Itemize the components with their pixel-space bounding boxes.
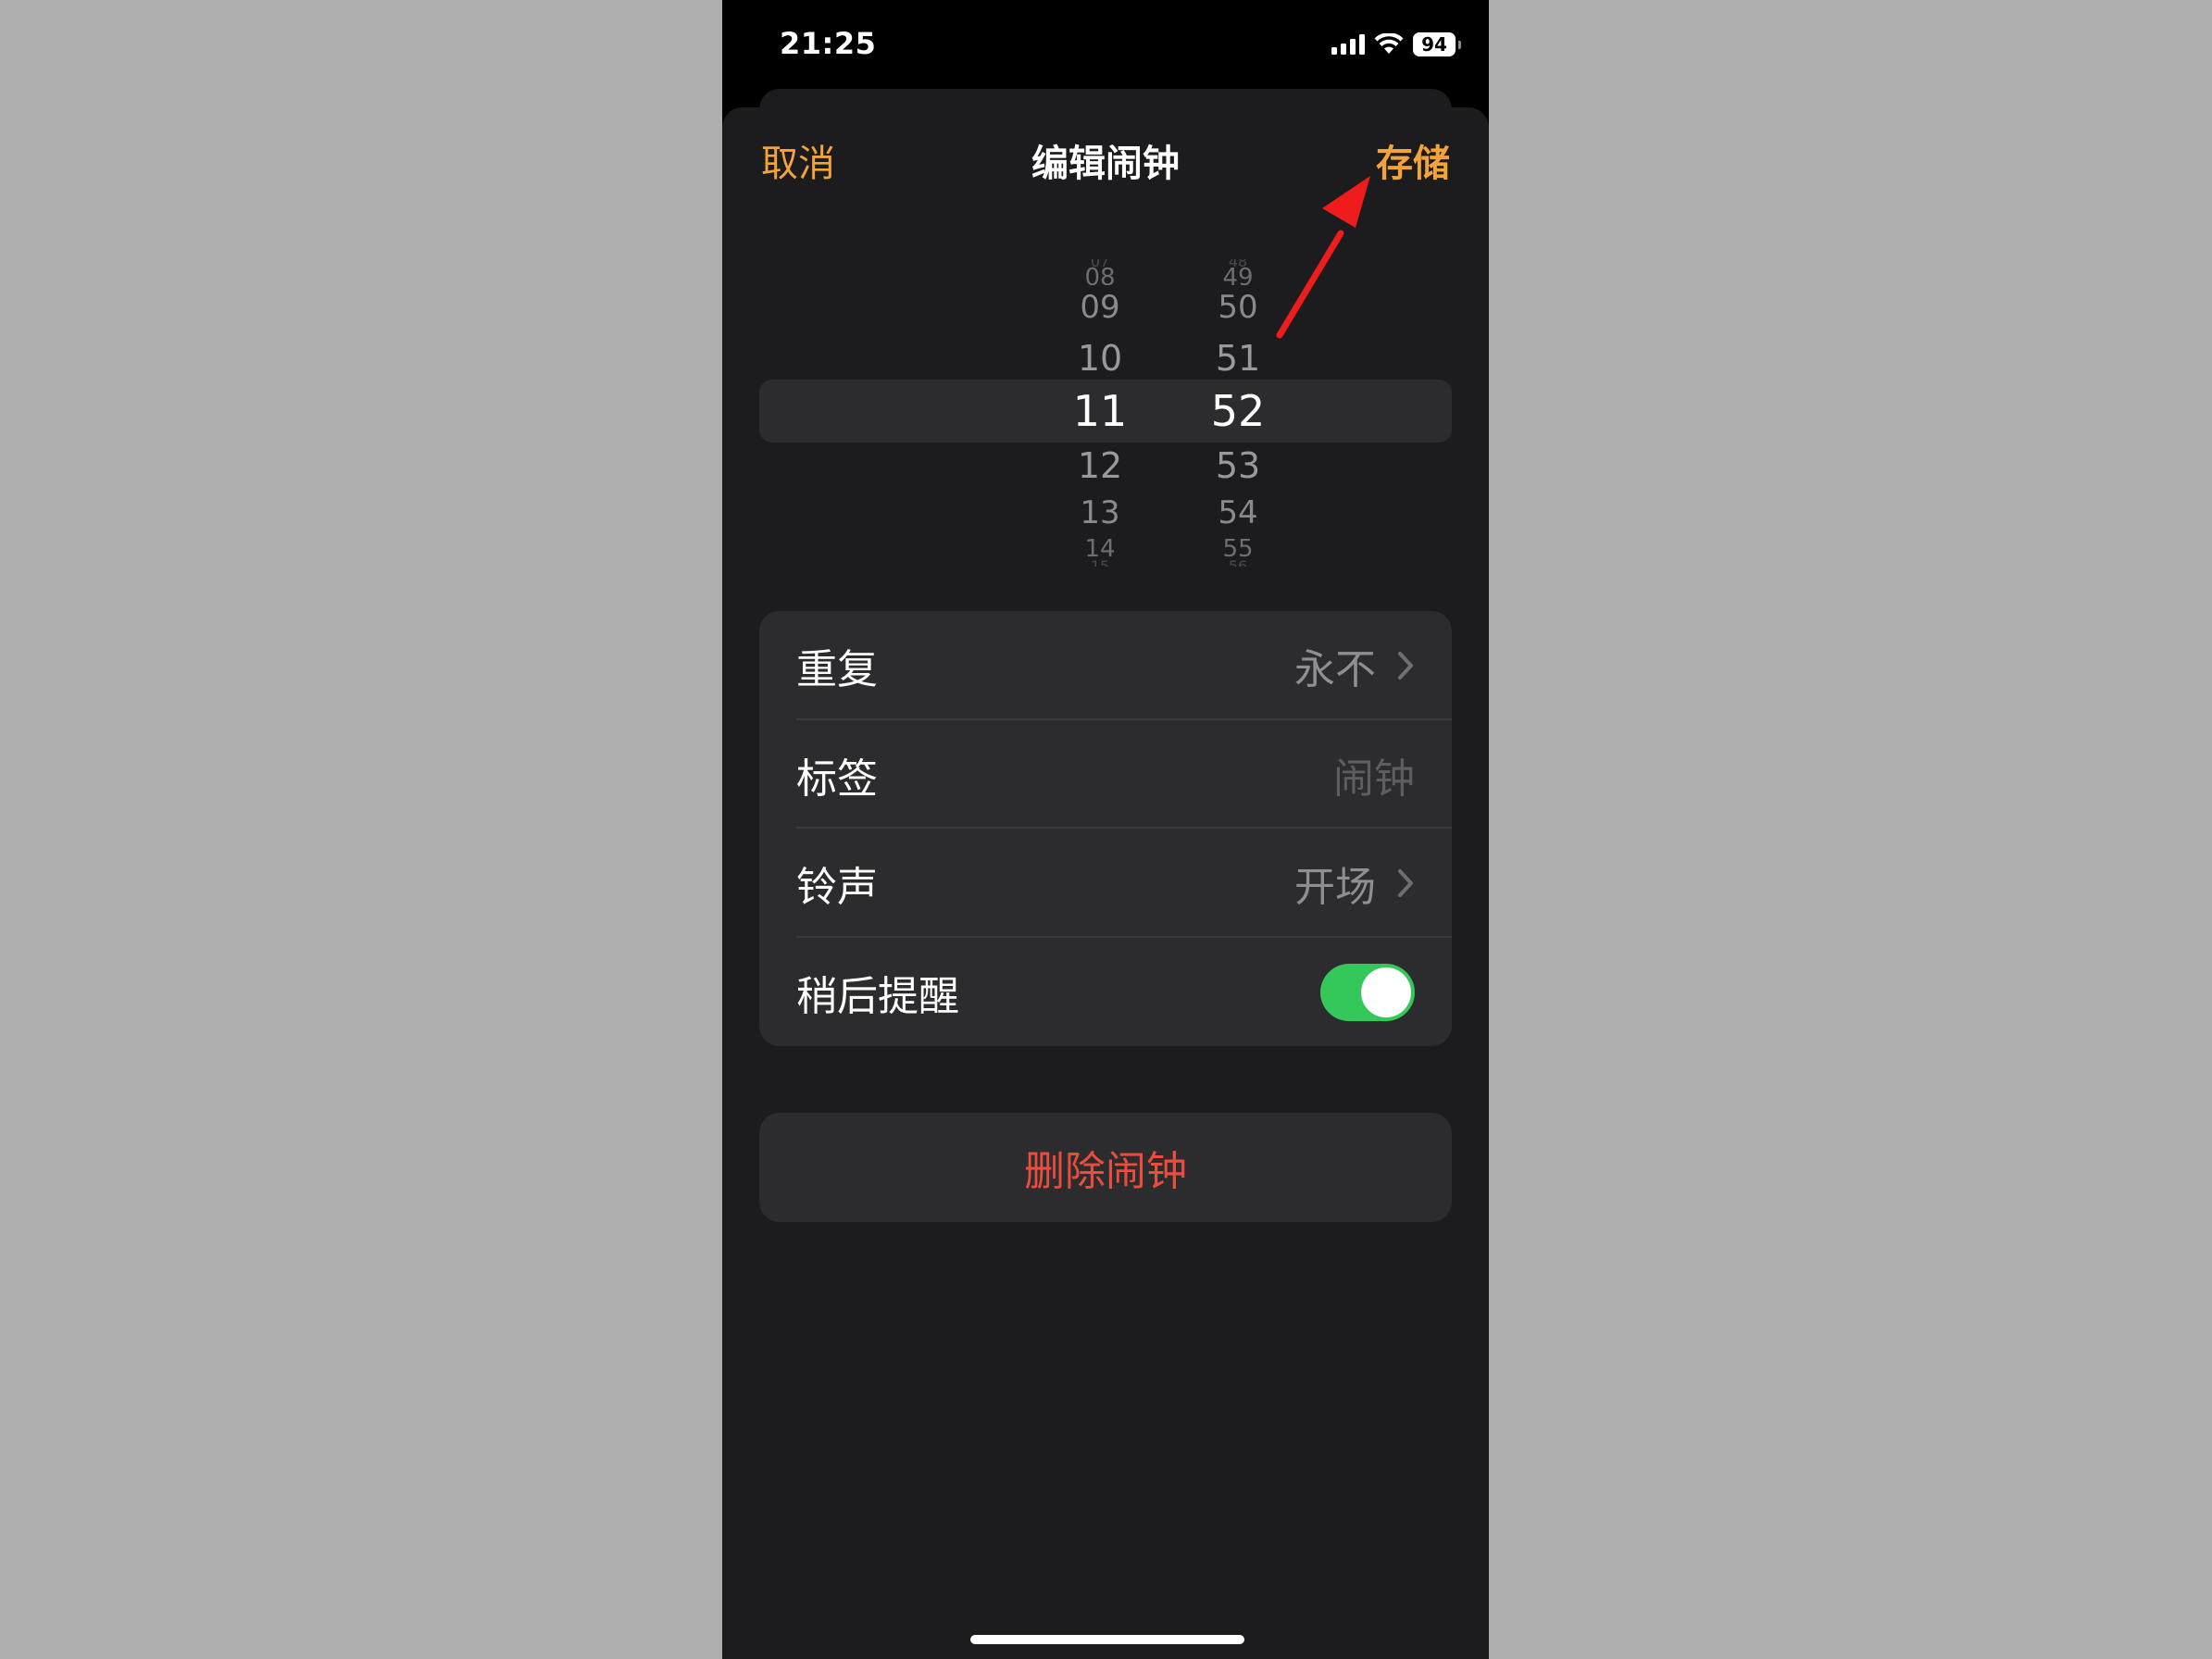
picker-item[interactable]: 49 — [1182, 267, 1293, 285]
home-indicator[interactable] — [970, 1635, 1244, 1644]
sound-value: 开场 — [1294, 863, 1376, 911]
picker-item[interactable]: 15 — [1044, 559, 1156, 567]
repeat-label: 重复 — [796, 645, 878, 693]
delete-alarm-button[interactable]: 删除闹钟 — [759, 1113, 1452, 1222]
minute-wheel[interactable]: 48 49 50 51 52 53 54 55 56 — [1182, 246, 1293, 580]
repeat-row[interactable]: 重复 永不 — [759, 611, 1452, 719]
sound-row[interactable]: 铃声 开场 — [759, 829, 1452, 937]
picker-item[interactable]: 50 — [1182, 289, 1293, 326]
picker-item[interactable]: 51 — [1182, 338, 1293, 379]
picker-item[interactable]: 55 — [1182, 539, 1293, 557]
picker-item[interactable]: 07 — [1044, 259, 1156, 267]
picker-item[interactable]: 13 — [1044, 494, 1156, 531]
toggle-knob — [1361, 967, 1411, 1017]
picker-item[interactable]: 14 — [1044, 539, 1156, 557]
chevron-right-icon — [1398, 868, 1413, 897]
picker-item[interactable]: 54 — [1182, 494, 1293, 531]
phone-screen: 21:25 94 取消 编辑闹钟 存储 07 08 09 — [722, 0, 1489, 1659]
picker-item[interactable]: 08 — [1044, 267, 1156, 285]
sound-label: 铃声 — [796, 863, 878, 911]
picker-item[interactable]: 56 — [1182, 559, 1293, 567]
label-label: 标签 — [796, 755, 878, 803]
snooze-label: 稍后提醒 — [796, 972, 959, 1020]
picker-item[interactable]: 53 — [1182, 445, 1293, 486]
snooze-row: 稍后提醒 — [759, 938, 1452, 1046]
save-button[interactable]: 存储 — [1376, 133, 1450, 187]
picker-item-selected-hour[interactable]: 11 — [1044, 386, 1156, 436]
snooze-toggle[interactable] — [1320, 963, 1415, 1021]
picker-item-selected-minute[interactable]: 52 — [1182, 386, 1293, 436]
cellular-signal-icon — [1331, 34, 1365, 55]
status-time: 21:25 — [780, 26, 877, 61]
status-indicators: 94 — [1331, 30, 1461, 59]
label-input[interactable]: 闹钟 — [1333, 745, 1415, 805]
alarm-settings-group: 重复 永不 标签 闹钟 铃声 开场 稍后提醒 — [759, 611, 1452, 1046]
edit-alarm-sheet: 取消 编辑闹钟 存储 07 08 09 10 11 12 13 14 15 48… — [722, 107, 1489, 1659]
label-row[interactable]: 标签 闹钟 — [759, 720, 1452, 829]
hour-wheel[interactable]: 07 08 09 10 11 12 13 14 15 — [1044, 246, 1156, 580]
time-picker[interactable]: 07 08 09 10 11 12 13 14 15 48 49 50 51 5… — [759, 246, 1452, 580]
page-title: 编辑闹钟 — [1031, 143, 1180, 185]
picker-item[interactable]: 10 — [1044, 338, 1156, 379]
picker-item[interactable]: 12 — [1044, 445, 1156, 486]
battery-icon: 94 — [1413, 32, 1461, 56]
picker-item[interactable]: 09 — [1044, 289, 1156, 326]
picker-item[interactable]: 48 — [1182, 259, 1293, 267]
battery-level: 94 — [1421, 33, 1447, 56]
repeat-value: 永不 — [1294, 645, 1376, 693]
chevron-right-icon — [1398, 651, 1413, 680]
wifi-icon — [1374, 33, 1404, 54]
